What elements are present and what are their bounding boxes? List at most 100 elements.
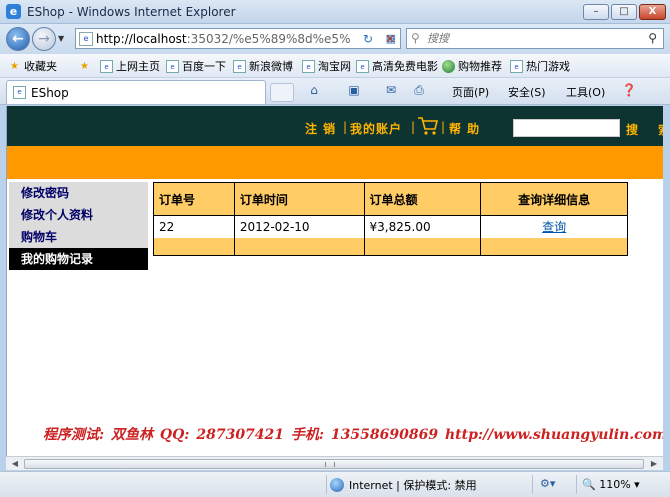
search-provider-icon: ⚲ [411,31,420,45]
order-id-cell: 22 [153,215,235,238]
zoom-level[interactable]: 🔍 110% ▾ [582,478,640,491]
footer-cell [153,237,235,256]
maximize-button[interactable]: □ [611,4,637,20]
column-header-order-id: 订单号 [153,182,235,216]
home-icon[interactable]: ⌂ [305,83,323,99]
print-icon[interactable]: ⎙ [410,83,428,99]
forward-button[interactable]: → [32,27,56,51]
header-separator: | [441,120,446,134]
star-icon: ★ [10,60,19,72]
site-search-input[interactable] [513,119,620,137]
page-icon: e [13,86,26,99]
view-details-link[interactable]: 查询 [542,220,566,234]
footer-cell [363,237,482,256]
favorite-link[interactable]: e 上网主页 [100,58,160,74]
stop-icon: ✕ [384,32,396,46]
footer-cell [233,237,365,256]
search-icon[interactable]: ⚲ [648,31,657,45]
favorite-link[interactable]: e 热门游戏 [510,58,570,74]
tools-menu[interactable]: 工具(O) [566,84,605,100]
favorite-link[interactable]: e 高清免费电影 [356,58,438,74]
globe-icon [442,59,455,73]
help-icon[interactable]: ❓ [620,83,638,99]
favorite-link-label: 上网主页 [116,60,160,73]
ie-app-icon: e [6,4,21,19]
status-divider [326,475,327,494]
site-search-button[interactable]: 搜 索 [626,121,663,138]
mail-icon[interactable]: ✉ [382,83,400,99]
scroll-right-icon[interactable]: ▶ [647,458,661,470]
add-favorite-icon: ★ [80,60,89,72]
table-footer-row [153,237,628,256]
window-title: EShop - Windows Internet Explorer [27,5,236,19]
close-button[interactable]: X [639,4,666,20]
grip-icon [325,462,335,467]
zoom-value: 110% [599,478,631,491]
search-box[interactable]: ⚲ ⚲ [406,28,664,49]
minimize-button[interactable]: – [583,4,609,20]
table-row: 22 2012-02-10 ¥3,825.00 查询 [153,215,628,238]
favorite-link[interactable]: e 百度一下 [166,58,226,74]
feeds-icon[interactable]: ▣ [345,83,363,99]
scroll-left-icon[interactable]: ◀ [8,458,22,470]
recent-pages-dropdown[interactable]: ▼ [58,34,64,43]
page-viewport: 注 销 | 我的账户 | | 帮 助 搜 索 修改密码 修改个人资料 购物车 我… [6,106,663,456]
search-input[interactable] [427,31,637,46]
favorite-link[interactable]: e 新浪微博 [233,58,293,74]
address-field[interactable]: e http://localhost:35032/%e5%89%8d%e5% ▦ [75,28,401,49]
tab-label: EShop [31,86,69,100]
horizontal-scrollbar[interactable]: ◀ ▶ [6,456,663,470]
url-text[interactable]: http://localhost:35032/%e5%89%8d%e5% [96,32,386,46]
menu-purchase-history[interactable]: 我的购物记录 [9,248,148,270]
logout-link[interactable]: 注 销 [305,120,336,137]
footer-cell [480,237,628,256]
security-zone[interactable]: Internet | 保护模式: 禁用 [330,477,477,493]
arrow-right-icon: → [38,31,50,47]
orange-banner [7,146,663,179]
add-favorite-button[interactable]: ★ [78,58,94,74]
window-titlebar: e EShop - Windows Internet Explorer – □ … [0,0,670,24]
column-header-order-time: 订单时间 [233,182,365,216]
my-account-link[interactable]: 我的账户 [350,120,402,137]
new-tab-button[interactable] [270,83,294,102]
account-menu: 修改密码 修改个人资料 购物车 我的购物记录 [9,182,148,270]
status-divider [532,475,533,494]
credits-text: 程序测试: 双鱼林 QQ: 287307421 手机: 13558690869 … [43,427,663,443]
favorite-link[interactable]: e 淘宝网 [302,58,351,74]
favorite-link-label: 淘宝网 [318,60,351,73]
protected-mode-icon[interactable]: ⚙▾ [540,477,555,490]
page-menu[interactable]: 页面(P) [452,84,489,100]
help-link[interactable]: 帮 助 [449,120,480,137]
page-icon: e [233,59,246,73]
tab-eshop[interactable]: e EShop [6,80,266,104]
safety-menu[interactable]: 安全(S) [508,84,546,100]
page-icon: e [79,32,93,46]
page-icon: e [100,59,113,73]
refresh-icon: ↻ [362,32,374,46]
arrow-left-icon: ← [12,31,24,47]
shopping-cart-icon[interactable] [417,116,439,136]
favorites-button[interactable]: ★ 收藏夹 [8,58,57,74]
menu-shopping-cart[interactable]: 购物车 [9,226,148,248]
order-time-cell: 2012-02-10 [233,215,365,238]
tab-bar: e EShop ⌂ ▣ ✉ ⎙ 页面(P) 安全(S) 工具(O) ❓ [0,78,670,105]
favorites-label: 收藏夹 [24,60,57,73]
internet-globe-icon [330,478,344,492]
refresh-button[interactable]: ↻ [359,30,377,48]
menu-edit-profile[interactable]: 修改个人资料 [9,204,148,226]
table-header-row: 订单号 订单时间 订单总额 查询详细信息 [153,182,628,216]
scrollbar-thumb[interactable] [24,459,644,469]
back-button[interactable]: ← [6,27,30,51]
stop-button[interactable]: ✕ [381,30,399,48]
page-icon: e [166,59,179,73]
url-rest: :35032/%e5%89%8d%e5% [186,32,351,46]
menu-change-password[interactable]: 修改密码 [9,182,148,204]
page-icon: e [356,59,369,73]
page-icon: e [302,59,315,73]
zoom-icon: 🔍 [582,478,596,491]
header-separator: | [343,120,348,134]
favorite-link[interactable]: 购物推荐 [442,58,502,74]
favorites-bar: ★ 收藏夹 ★ e 上网主页 e 百度一下 e 新浪微博 e 淘宝网 e 高清免费电影 购物… [0,54,670,78]
favorite-link-label: 高清免费电影 [372,60,438,73]
zone-label: Internet | 保护模式: 禁用 [349,479,477,492]
